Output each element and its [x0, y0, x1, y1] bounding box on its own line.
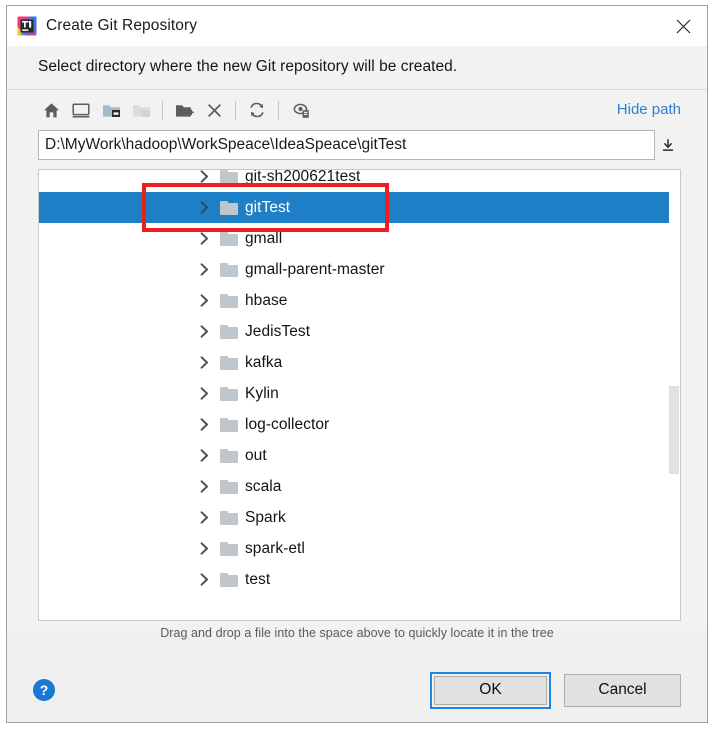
chevron-right-icon[interactable]: [195, 511, 213, 524]
tree-row-label: log-collector: [245, 415, 330, 433]
folder-icon: [220, 572, 238, 587]
tree-row-label: Spark: [245, 508, 286, 526]
tree-row[interactable]: Kylin: [39, 378, 680, 409]
description-text: Select directory where the new Git repos…: [38, 58, 458, 75]
file-chooser-toolbar: Hide path: [7, 90, 707, 130]
dialog-description: Select directory where the new Git repos…: [7, 46, 707, 90]
help-icon[interactable]: ?: [33, 679, 55, 701]
folder-icon: [220, 479, 238, 494]
cancel-button[interactable]: Cancel: [564, 673, 681, 707]
create-git-repository-dialog: Create Git Repository Select directory w…: [6, 5, 708, 723]
toolbar-separator: [235, 100, 236, 120]
tree-row-label: JedisTest: [245, 322, 311, 340]
folder-icon: [220, 262, 238, 277]
expand-down-icon[interactable]: [655, 130, 681, 160]
chevron-right-icon[interactable]: [195, 542, 213, 555]
ok-button-focus-ring: OK: [430, 671, 551, 709]
new-folder-icon[interactable]: [169, 95, 199, 125]
tree-row-label: scala: [245, 477, 282, 495]
tree-row[interactable]: out: [39, 440, 680, 471]
chevron-right-icon[interactable]: [195, 232, 213, 245]
tree-row-label: out: [245, 446, 267, 464]
project-folder-icon[interactable]: [96, 95, 126, 125]
intellij-idea-icon: [17, 16, 37, 36]
tree-row-label: gmall: [245, 229, 283, 247]
chevron-right-icon[interactable]: [195, 263, 213, 276]
dialog-footer: ? OK Cancel: [7, 658, 707, 722]
chevron-right-icon[interactable]: [195, 201, 213, 214]
tree-row[interactable]: spark-etl: [39, 533, 680, 564]
directory-tree-list: git-sh200621test gitTest gmall gmall-parent…: [39, 169, 680, 595]
close-icon[interactable]: [659, 6, 707, 46]
tree-row-label: test: [245, 570, 271, 588]
chevron-right-icon[interactable]: [195, 356, 213, 369]
module-folder-icon: [126, 95, 156, 125]
tree-row[interactable]: scala: [39, 471, 680, 502]
folder-icon: [220, 510, 238, 525]
folder-icon: [220, 293, 238, 308]
delete-icon[interactable]: [199, 95, 229, 125]
chevron-right-icon[interactable]: [195, 573, 213, 586]
tree-row[interactable]: gmall-parent-master: [39, 254, 680, 285]
tree-row-label: kafka: [245, 353, 283, 371]
toolbar-separator: [278, 100, 279, 120]
tree-row[interactable]: JedisTest: [39, 316, 680, 347]
tree-row-label: git-sh200621test: [245, 169, 361, 185]
tree-row[interactable]: Spark: [39, 502, 680, 533]
chevron-right-icon[interactable]: [195, 449, 213, 462]
tree-row-label: spark-etl: [245, 539, 305, 557]
folder-icon: [220, 200, 238, 215]
chevron-right-icon[interactable]: [195, 170, 213, 183]
path-row: D:\MyWork\hadoop\WorkSpeace\IdeaSpeace\g…: [38, 130, 681, 160]
tree-row[interactable]: test: [39, 564, 680, 595]
chevron-right-icon[interactable]: [195, 418, 213, 431]
tree-row[interactable]: kafka: [39, 347, 680, 378]
tree-scrollbar-thumb[interactable]: [669, 386, 679, 474]
path-input[interactable]: D:\MyWork\hadoop\WorkSpeace\IdeaSpeace\g…: [38, 130, 655, 160]
toolbar-separator: [162, 100, 163, 120]
tree-row-label: Kylin: [245, 384, 279, 402]
folder-icon: [220, 355, 238, 370]
folder-icon: [220, 448, 238, 463]
folder-icon: [220, 386, 238, 401]
dialog-body: Hide path D:\MyWork\hadoop\WorkSpeace\Id…: [7, 90, 707, 640]
tree-row[interactable]: gmall: [39, 223, 680, 254]
folder-icon: [220, 324, 238, 339]
chevron-right-icon[interactable]: [195, 325, 213, 338]
title-bar: Create Git Repository: [7, 6, 707, 46]
refresh-icon[interactable]: [242, 95, 272, 125]
home-icon[interactable]: [36, 95, 66, 125]
tree-row-label: gmall-parent-master: [245, 260, 385, 278]
tree-row[interactable]: log-collector: [39, 409, 680, 440]
chevron-right-icon[interactable]: [195, 387, 213, 400]
folder-icon: [220, 170, 238, 184]
tree-row[interactable]: hbase: [39, 285, 680, 316]
folder-icon: [220, 541, 238, 556]
tree-row-label: hbase: [245, 291, 288, 309]
window-title: Create Git Repository: [46, 17, 198, 34]
chevron-right-icon[interactable]: [195, 294, 213, 307]
chevron-right-icon[interactable]: [195, 480, 213, 493]
desktop-icon[interactable]: [66, 95, 96, 125]
tree-row[interactable]: git-sh200621test: [39, 169, 680, 192]
show-hidden-files-icon[interactable]: [285, 95, 315, 125]
folder-icon: [220, 417, 238, 432]
hide-path-link[interactable]: Hide path: [617, 101, 681, 118]
drag-drop-hint: Drag and drop a file into the space abov…: [160, 626, 554, 640]
tree-row[interactable]: gitTest: [39, 192, 680, 223]
folder-icon: [220, 231, 238, 246]
directory-tree[interactable]: git-sh200621test gitTest gmall gmall-parent…: [38, 169, 681, 621]
tree-row-label: gitTest: [245, 198, 291, 216]
tree-scrollbar[interactable]: [669, 170, 680, 620]
ok-button[interactable]: OK: [434, 675, 547, 705]
